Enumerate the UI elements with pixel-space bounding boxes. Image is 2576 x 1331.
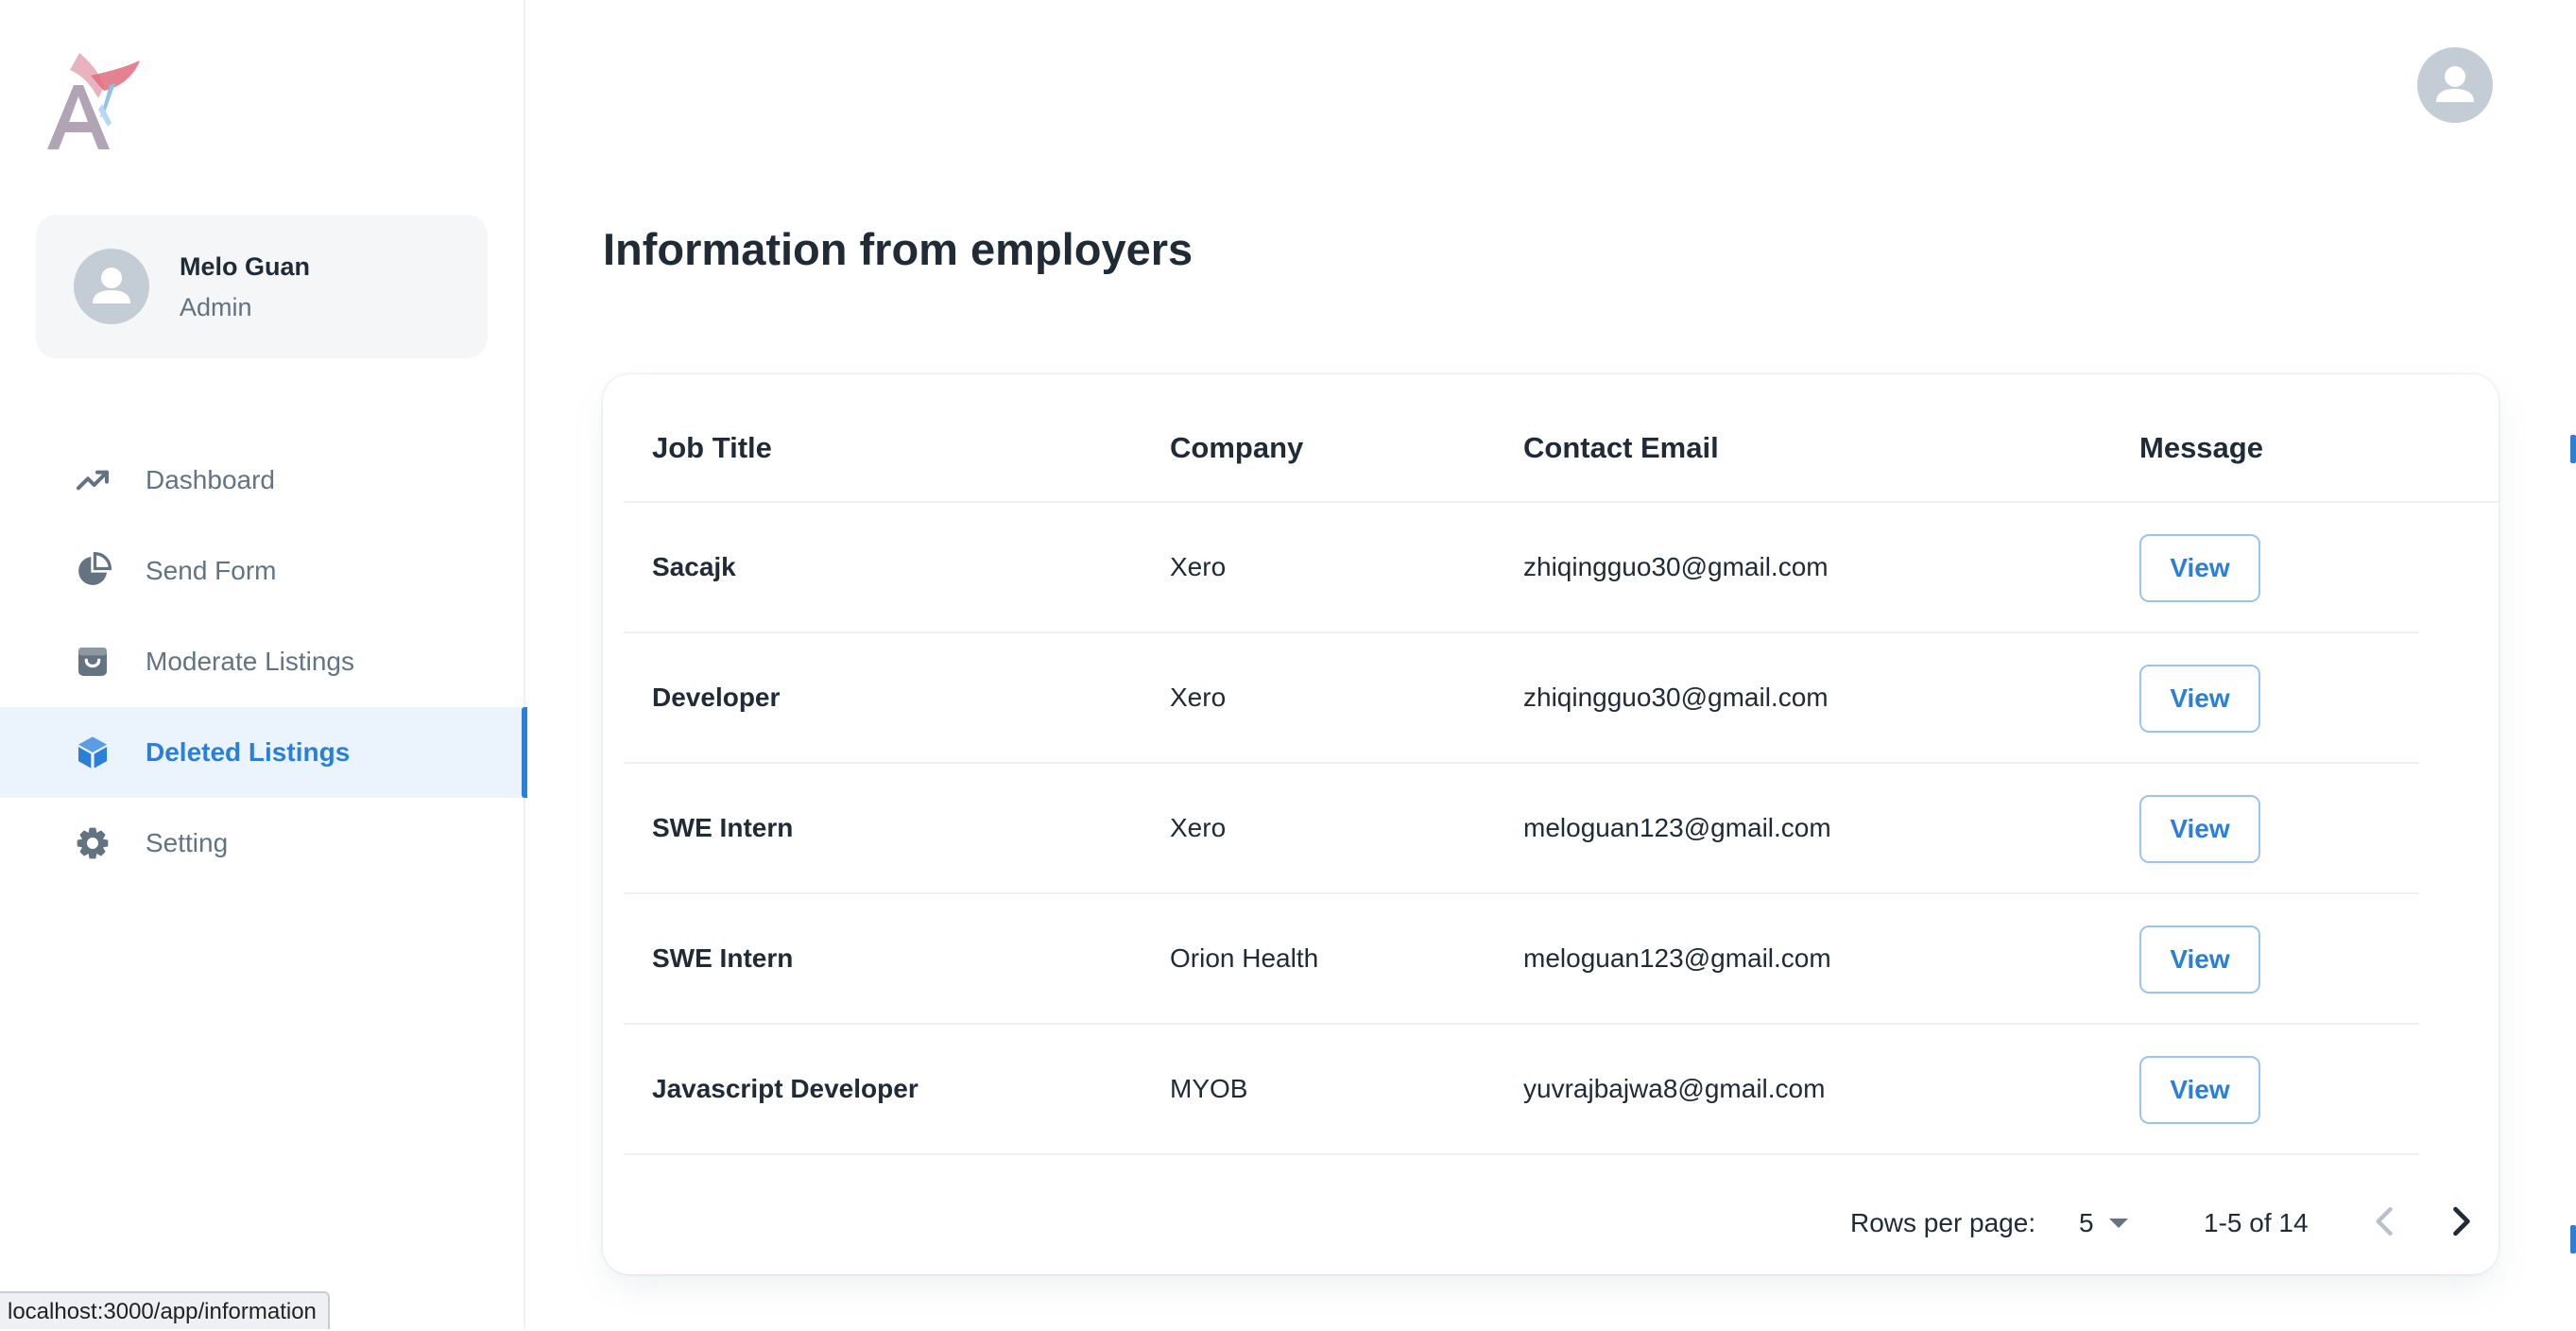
sidebar-item-label: Send Form (146, 556, 277, 585)
sidebar-item-send-form[interactable]: Send Form (0, 526, 525, 616)
header-company[interactable]: Company (1170, 431, 1303, 465)
sidebar-item-label: Deleted Listings (146, 737, 351, 767)
view-message-button[interactable]: View (2139, 665, 2260, 733)
trending-up-icon (74, 461, 112, 499)
scroll-edge-mark (2570, 1225, 2576, 1253)
view-message-button[interactable]: View (2139, 1056, 2260, 1124)
previous-page-button[interactable] (2364, 1201, 2406, 1242)
caret-down-icon (2108, 1219, 2128, 1228)
table-row[interactable]: Sacajk Xero zhiqingguo30@gmail.com View (624, 503, 2419, 633)
pie-chart-icon (74, 551, 112, 590)
cell-company: Xero (1170, 683, 1227, 712)
scroll-edge-mark (2570, 435, 2576, 463)
cell-job-title: Developer (652, 683, 781, 712)
cell-job-title: Sacajk (652, 552, 736, 581)
sidebar-item-label: Moderate Listings (146, 647, 355, 676)
cell-contact-email: meloguan123@gmail.com (1523, 813, 1831, 842)
header-contact-email[interactable]: Contact Email (1523, 431, 1719, 465)
view-message-button[interactable]: View (2139, 925, 2260, 994)
cell-company: MYOB (1170, 1074, 1248, 1103)
cell-contact-email: meloguan123@gmail.com (1523, 943, 1831, 973)
table-row[interactable]: Javascript Developer MYOB yuvrajbajwa8@g… (624, 1025, 2419, 1155)
table-row[interactable]: SWE Intern Xero meloguan123@gmail.com Vi… (624, 764, 2419, 894)
account-name: Melo Guan (180, 252, 311, 281)
sidebar-item-dashboard[interactable]: Dashboard (0, 435, 525, 526)
sidebar-item-moderate-listings[interactable]: Moderate Listings (0, 616, 525, 707)
avatar (74, 249, 149, 324)
gear-icon (74, 824, 112, 862)
view-message-button[interactable]: View (2139, 795, 2260, 863)
page-title: Information from employers (603, 224, 1194, 274)
cell-company: Orion Health (1170, 943, 1319, 973)
cell-job-title: SWE Intern (652, 813, 794, 842)
cell-job-title: SWE Intern (652, 943, 794, 973)
sidebar-nav: Dashboard Send Form Moderate Listings De… (0, 435, 527, 889)
rows-per-page-value: 5 (2079, 1208, 2094, 1237)
sidebar: Melo Guan Admin Dashboard Send Form Mode… (0, 0, 527, 1329)
status-bar-url: localhost:3000/app/information (0, 1291, 330, 1329)
header-message[interactable]: Message (2139, 431, 2263, 465)
cell-company: Xero (1170, 552, 1227, 581)
cell-job-title: Javascript Developer (652, 1074, 919, 1103)
cell-contact-email: zhiqingguo30@gmail.com (1523, 683, 1829, 712)
account-role: Admin (180, 293, 252, 321)
cell-contact-email: yuvrajbajwa8@gmail.com (1523, 1074, 1826, 1103)
shopping-bag-icon (74, 643, 112, 681)
table-row[interactable]: SWE Intern Orion Health meloguan123@gmai… (624, 894, 2419, 1025)
chevron-left-icon (2376, 1206, 2393, 1236)
cube-icon (74, 734, 112, 771)
sidebar-item-label: Dashboard (146, 465, 275, 494)
sidebar-item-deleted-listings[interactable]: Deleted Listings (0, 707, 527, 798)
table-header: Job Title Company Contact Email Message (624, 374, 2499, 503)
employer-info-table-card: Job Title Company Contact Email Message … (603, 374, 2499, 1274)
sidebar-item-label: Setting (146, 828, 229, 857)
table-pagination: Rows per page: 5 1-5 of 14 (603, 1206, 2499, 1244)
rows-per-page-label: Rows per page: (1850, 1208, 2036, 1237)
next-page-button[interactable] (2440, 1201, 2482, 1242)
cell-contact-email: zhiqingguo30@gmail.com (1523, 552, 1829, 581)
header-job-title[interactable]: Job Title (652, 431, 772, 465)
pagination-range: 1-5 of 14 (2204, 1208, 2309, 1237)
view-message-button[interactable]: View (2139, 534, 2260, 602)
chevron-right-icon (2453, 1206, 2470, 1236)
app-logo[interactable] (42, 47, 146, 151)
cell-company: Xero (1170, 813, 1227, 842)
table-row[interactable]: Developer Xero zhiqingguo30@gmail.com Vi… (624, 633, 2419, 764)
account-card[interactable]: Melo Guan Admin (36, 215, 488, 358)
sidebar-item-setting[interactable]: Setting (0, 798, 525, 889)
rows-per-page-select[interactable]: 5 (2079, 1204, 2128, 1242)
user-avatar-button[interactable] (2417, 47, 2493, 123)
